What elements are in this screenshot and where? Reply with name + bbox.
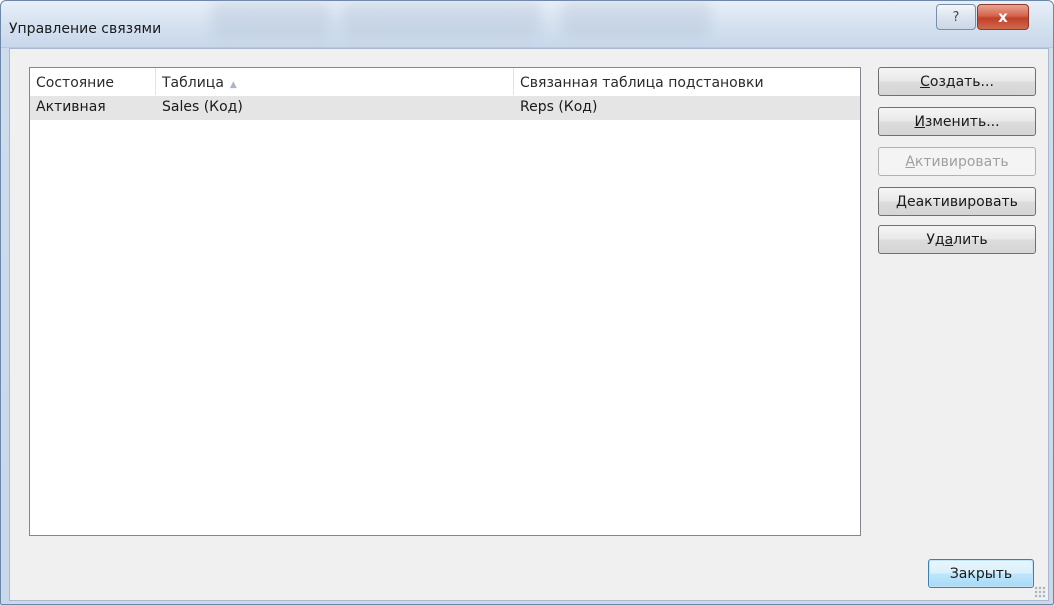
sort-ascending-icon: ▲ <box>229 80 237 90</box>
close-icon: x <box>998 8 1008 26</box>
edit-button[interactable]: Изменить... <box>878 107 1036 136</box>
button-label: лить <box>953 231 988 248</box>
button-label: еактивировать <box>906 193 1018 210</box>
cell-status: Активная <box>36 99 106 115</box>
column-header-label: Состояние <box>36 75 115 91</box>
help-icon: ? <box>952 9 960 25</box>
title-bar[interactable]: Управление связями ? x <box>1 1 1053 48</box>
close-button[interactable]: Закрыть <box>928 559 1034 588</box>
resize-grip[interactable] <box>1034 586 1046 598</box>
background-blur <box>211 1 331 37</box>
list-header: Состояние Таблица ▲ Связанная таблица под… <box>30 68 860 95</box>
background-blur <box>561 1 711 37</box>
button-label: Уд <box>926 231 945 248</box>
background-blur <box>341 1 541 37</box>
create-button[interactable]: Создать... <box>878 67 1036 96</box>
window-close-button[interactable]: x <box>977 4 1029 30</box>
cell-table: Sales (Код) <box>162 99 243 115</box>
accelerator-key: Д <box>896 193 907 210</box>
dialog-title: Управление связями <box>9 21 162 37</box>
relationships-list[interactable]: Состояние Таблица ▲ Связанная таблица под… <box>29 67 861 536</box>
delete-button[interactable]: Уд а лить <box>878 225 1036 254</box>
accelerator-key: А <box>905 153 915 170</box>
help-button[interactable]: ? <box>936 4 976 30</box>
column-header-table[interactable]: Таблица ▲ <box>156 68 514 95</box>
dialog-body: Состояние Таблица ▲ Связанная таблица под… <box>9 48 1049 601</box>
accelerator-key: а <box>944 231 954 248</box>
activate-button[interactable]: Активировать <box>878 147 1036 176</box>
manage-relationships-dialog: Управление связями ? x Состояние Таблица… <box>0 0 1054 605</box>
column-header-status[interactable]: Состояние <box>30 68 156 95</box>
deactivate-button[interactable]: Деактивировать <box>878 187 1036 216</box>
column-header-label: Таблица <box>162 75 224 91</box>
column-header-lookup-table[interactable]: Связанная таблица подстановки <box>514 68 860 95</box>
button-label: ктивировать <box>914 153 1009 170</box>
accelerator-key: И <box>914 113 925 130</box>
table-row[interactable]: Активная Sales (Код) Reps (Код) <box>30 96 860 120</box>
button-label: оздать... <box>929 73 994 90</box>
button-label: зменить... <box>924 113 1000 130</box>
accelerator-key: С <box>920 73 930 90</box>
cell-lookup-table: Reps (Код) <box>520 99 598 115</box>
column-header-label: Связанная таблица подстановки <box>520 75 764 91</box>
